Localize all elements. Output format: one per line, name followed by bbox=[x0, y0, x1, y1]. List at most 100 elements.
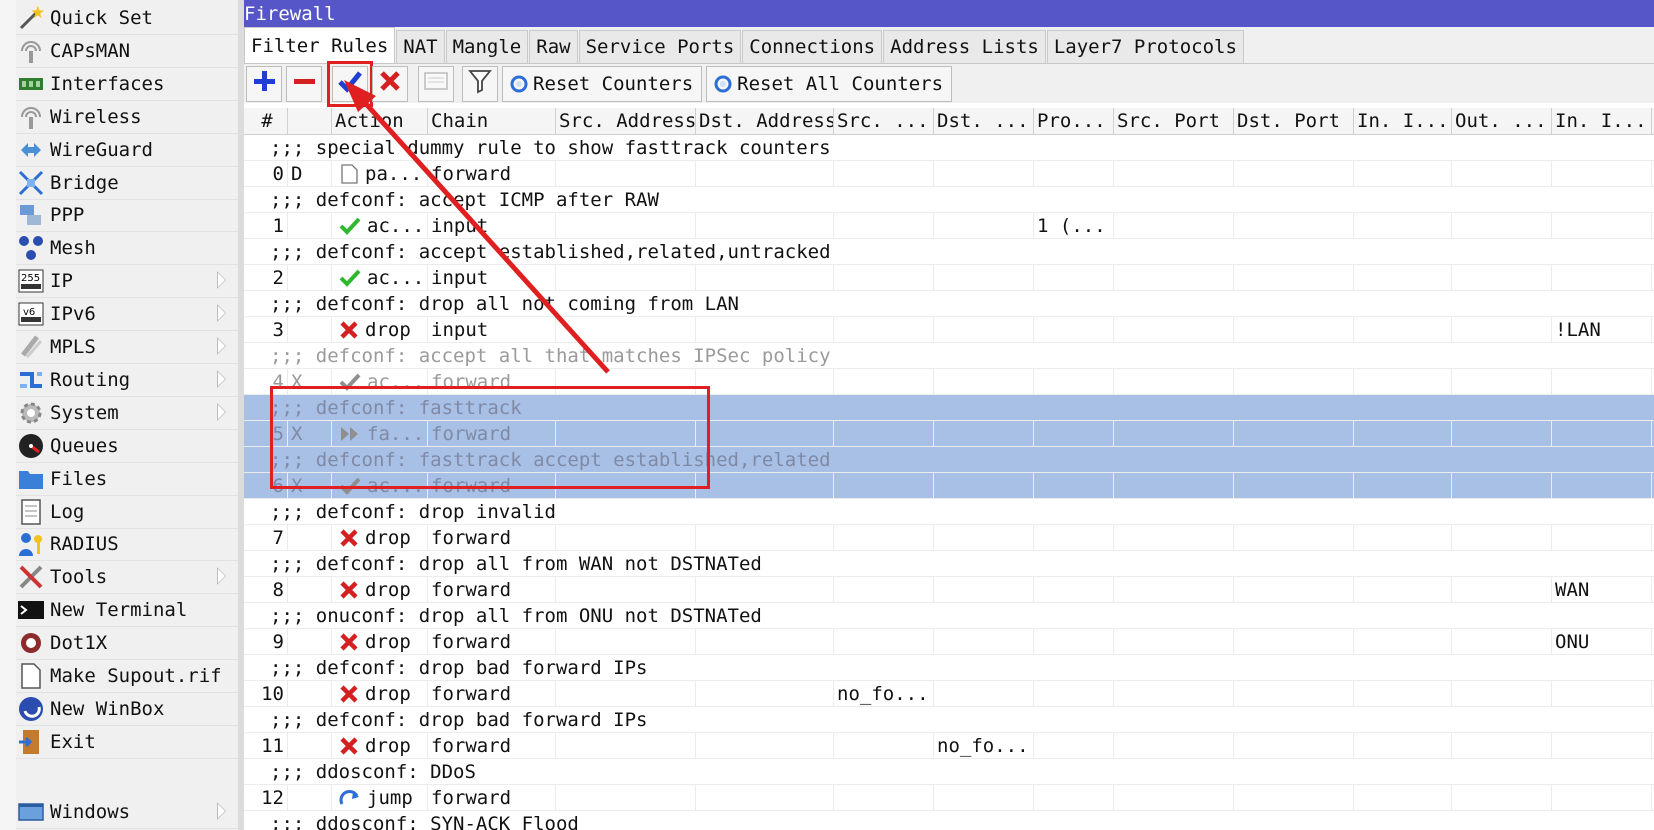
rule-row[interactable]: 7 drop forward bbox=[244, 525, 1654, 551]
rule-comment-row[interactable]: ;;; defconf: fasttrack bbox=[244, 395, 1654, 421]
rule-comment-row[interactable]: ;;; onuconf: drop all from ONU not DSTNA… bbox=[244, 603, 1654, 629]
sidebar-item-ipv6[interactable]: v6 IPv6 bbox=[16, 298, 238, 332]
comment-button[interactable] bbox=[418, 65, 454, 102]
rule-row[interactable]: 11 drop forward no_fo... bbox=[244, 733, 1654, 759]
sidebar-item-exit[interactable]: Exit bbox=[16, 726, 238, 759]
sidebar-item-files[interactable]: Files bbox=[16, 463, 238, 496]
rule-flag: D bbox=[288, 161, 332, 186]
rule-comment-row[interactable]: ;;; defconf: fasttrack accept establishe… bbox=[244, 447, 1654, 473]
rule-row[interactable]: 2 ac... input bbox=[244, 265, 1654, 291]
in-interface-cell bbox=[1354, 577, 1452, 602]
rule-row[interactable]: 5 Xfa... forward bbox=[244, 421, 1654, 447]
column-header[interactable]: Dst. ... bbox=[934, 108, 1034, 134]
sidebar-item-wireless[interactable]: Wireless bbox=[16, 101, 238, 134]
rule-row[interactable]: 3 drop input !LAN bbox=[244, 317, 1654, 343]
src-address-cell bbox=[556, 421, 696, 446]
tab-nat[interactable]: NAT bbox=[396, 30, 445, 63]
out-interface-cell bbox=[1452, 473, 1552, 498]
sidebar-item-log[interactable]: Log bbox=[16, 496, 238, 529]
column-header[interactable]: Dst. Address bbox=[696, 108, 834, 134]
remove-button[interactable] bbox=[286, 65, 322, 102]
rule-number: 3 bbox=[244, 317, 288, 342]
sidebar-item-interfaces[interactable]: Interfaces bbox=[16, 68, 238, 101]
sidebar-item-ip[interactable]: 255 IP bbox=[16, 265, 238, 299]
svg-text:255: 255 bbox=[21, 273, 40, 284]
add-button[interactable] bbox=[246, 65, 282, 102]
sidebar-item-system[interactable]: System bbox=[16, 397, 238, 430]
rule-comment-row[interactable]: ;;; defconf: drop all not coming from LA… bbox=[244, 291, 1654, 317]
column-header[interactable]: # bbox=[244, 108, 288, 134]
column-header[interactable]: Action bbox=[332, 108, 428, 134]
rule-row[interactable]: 6 Xac... forward bbox=[244, 473, 1654, 499]
column-header[interactable]: Src. Port bbox=[1114, 108, 1234, 134]
sidebar-item-label: New WinBox bbox=[50, 697, 165, 720]
column-header[interactable]: In. I... bbox=[1354, 108, 1452, 134]
rule-comment-row[interactable]: ;;; defconf: drop bad forward IPs bbox=[244, 707, 1654, 733]
tab-raw[interactable]: Raw bbox=[529, 30, 578, 63]
dst-address-list bbox=[934, 629, 1034, 654]
rule-row[interactable]: 8 drop forward WAN bbox=[244, 577, 1654, 603]
rule-row[interactable]: 0 Dpa... forward bbox=[244, 161, 1654, 187]
dst-port-cell bbox=[1234, 733, 1354, 758]
sidebar-item-mesh[interactable]: Mesh bbox=[16, 232, 238, 266]
rule-flag bbox=[288, 525, 332, 550]
tab-filter-rules[interactable]: Filter Rules bbox=[244, 27, 396, 63]
sidebar-item-routing[interactable]: Routing bbox=[16, 364, 238, 397]
column-header[interactable]: Out. ... bbox=[1452, 108, 1552, 134]
rule-comment-row[interactable]: ;;; special dummy rule to show fasttrack… bbox=[244, 135, 1654, 161]
tab-address-lists[interactable]: Address Lists bbox=[883, 30, 1046, 63]
sidebar-item-bridge[interactable]: Bridge bbox=[16, 167, 238, 200]
rule-comment-row[interactable]: ;;; defconf: drop invalid bbox=[244, 499, 1654, 525]
window-title-bar[interactable]: Firewall bbox=[244, 0, 1654, 27]
rule-row[interactable]: 4 Xac... forward bbox=[244, 369, 1654, 395]
sidebar-item-new-terminal[interactable]: New Terminal bbox=[16, 594, 238, 628]
sidebar-item-capsman[interactable]: CAPsMAN bbox=[16, 35, 238, 68]
column-header[interactable]: In. I... bbox=[1552, 108, 1652, 134]
column-header[interactable]: Src. ... bbox=[834, 108, 934, 134]
enable-button[interactable] bbox=[327, 60, 373, 107]
rule-comment-row[interactable]: ;;; defconf: accept ICMP after RAW bbox=[244, 187, 1654, 213]
rule-row[interactable]: 10 drop forward no_fo... bbox=[244, 681, 1654, 707]
sidebar-item-wireguard[interactable]: WireGuard bbox=[16, 134, 238, 167]
sidebar-item-dot1x[interactable]: Dot1X bbox=[16, 627, 238, 661]
rule-row[interactable]: 9 drop forward ONU bbox=[244, 629, 1654, 655]
rule-comment-row[interactable]: ;;; defconf: accept all that matches IPS… bbox=[244, 343, 1654, 369]
sidebar-item-radius[interactable]: RADIUS bbox=[16, 528, 238, 562]
column-header[interactable]: Dst. Port bbox=[1234, 108, 1354, 134]
rule-comment: ;;; defconf: fasttrack accept establishe… bbox=[270, 448, 831, 471]
disable-button[interactable] bbox=[372, 65, 408, 102]
out-interface-cell bbox=[1452, 421, 1552, 446]
rule-comment-row[interactable]: ;;; ddosconf: DDoS bbox=[244, 759, 1654, 785]
dst-address-cell bbox=[696, 265, 834, 290]
tab-connections[interactable]: Connections bbox=[742, 30, 883, 63]
sidebar-item-ppp[interactable]: PPP bbox=[16, 199, 238, 233]
sidebar-item-quick-set[interactable]: Quick Set bbox=[16, 2, 238, 35]
rule-row[interactable]: 12 jump forward bbox=[244, 785, 1654, 811]
rule-comment-row[interactable]: ;;; defconf: accept established,related,… bbox=[244, 239, 1654, 265]
sidebar-item-tools[interactable]: Tools bbox=[16, 561, 238, 595]
rule-comment-row[interactable]: ;;; defconf: drop bad forward IPs bbox=[244, 655, 1654, 681]
wireguard-icon bbox=[16, 136, 46, 164]
sidebar-item-make-supout-rif[interactable]: Make Supout.rif bbox=[16, 660, 238, 693]
rule-comment-row[interactable]: ;;; ddosconf: SYN-ACK Flood bbox=[244, 811, 1654, 830]
column-header[interactable]: Pro... bbox=[1034, 108, 1114, 134]
rule-comment-row[interactable]: ;;; defconf: drop all from WAN not DSTNA… bbox=[244, 551, 1654, 577]
tab-service-ports[interactable]: Service Ports bbox=[578, 30, 742, 63]
filter-button[interactable] bbox=[462, 65, 498, 102]
column-header[interactable] bbox=[288, 108, 332, 134]
tab-layer7-protocols[interactable]: Layer7 Protocols bbox=[1046, 30, 1244, 63]
reset-counters-button[interactable]: Reset Counters bbox=[502, 65, 703, 102]
sidebar-item-queues[interactable]: Queues bbox=[16, 430, 238, 463]
reset-all-counters-button[interactable]: Reset All Counters bbox=[706, 65, 953, 102]
column-header[interactable]: Src. Address bbox=[556, 108, 696, 134]
sidebar-item-mpls[interactable]: MPLS bbox=[16, 331, 238, 364]
sidebar-item-new-winbox[interactable]: New WinBox bbox=[16, 693, 238, 726]
reset-counters-label: Reset Counters bbox=[533, 72, 694, 95]
sidebar-item-windows[interactable]: Windows bbox=[16, 796, 238, 829]
tab-mangle[interactable]: Mangle bbox=[445, 30, 529, 63]
column-header[interactable]: Chain bbox=[428, 108, 556, 134]
sidebar-item-label: WireGuard bbox=[50, 138, 153, 161]
filter-rules-table: # Action Chain Src. Address Dst. Address Src.… bbox=[244, 108, 1654, 830]
src-port-cell bbox=[1114, 577, 1234, 602]
rule-row[interactable]: 1 ac... input 1 (... bbox=[244, 213, 1654, 239]
